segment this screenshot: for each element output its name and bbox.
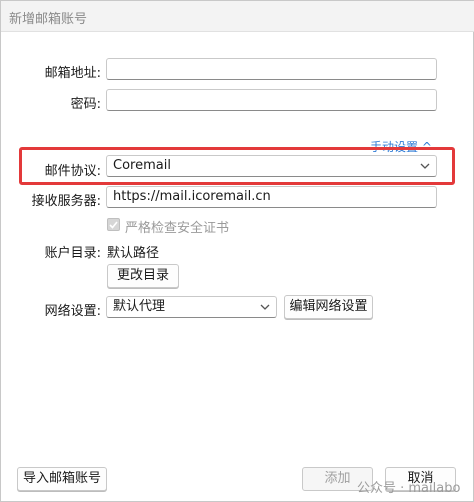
account-dir-label: 账户目录: [44,246,101,261]
server-input[interactable]: https://mail.icoremail.cn [106,186,437,208]
chevron-down-icon [420,163,430,169]
network-select[interactable]: 默认代理 [106,296,277,318]
edit-network-button[interactable]: 编辑网络设置 [284,295,373,319]
password-input[interactable] [106,89,437,111]
watermark-text: 公众号 · mailabo [357,481,461,496]
protocol-value: Coremail [113,158,171,173]
server-label: 接收服务器: [31,194,101,209]
network-value: 默认代理 [113,299,166,314]
change-dir-button[interactable]: 更改目录 [107,264,179,288]
email-input[interactable] [106,58,437,80]
new-account-dialog: 新增邮箱账号 邮箱地址: 密码: 手动设置 ^ 邮件协议: Coremail 接… [0,0,474,502]
strict-check-label: 严格检查安全证书 [125,221,230,236]
manual-setup-link[interactable]: 手动设置 ^ [370,138,432,155]
window-title: 新增邮箱账号 [9,12,88,27]
network-label: 网络设置: [44,304,101,319]
password-label: 密码: [70,97,101,112]
title-bar: 新增邮箱账号 [1,1,474,32]
chevron-down-icon [260,304,270,310]
protocol-select[interactable]: Coremail [106,155,437,177]
email-label: 邮箱地址: [44,66,101,81]
import-account-button[interactable]: 导入邮箱账号 [17,467,107,491]
strict-check-checkbox[interactable] [107,218,120,231]
checkmark-icon [109,221,118,229]
protocol-label: 邮件协议: [44,164,101,179]
account-dir-value: 默认路径 [107,246,160,261]
